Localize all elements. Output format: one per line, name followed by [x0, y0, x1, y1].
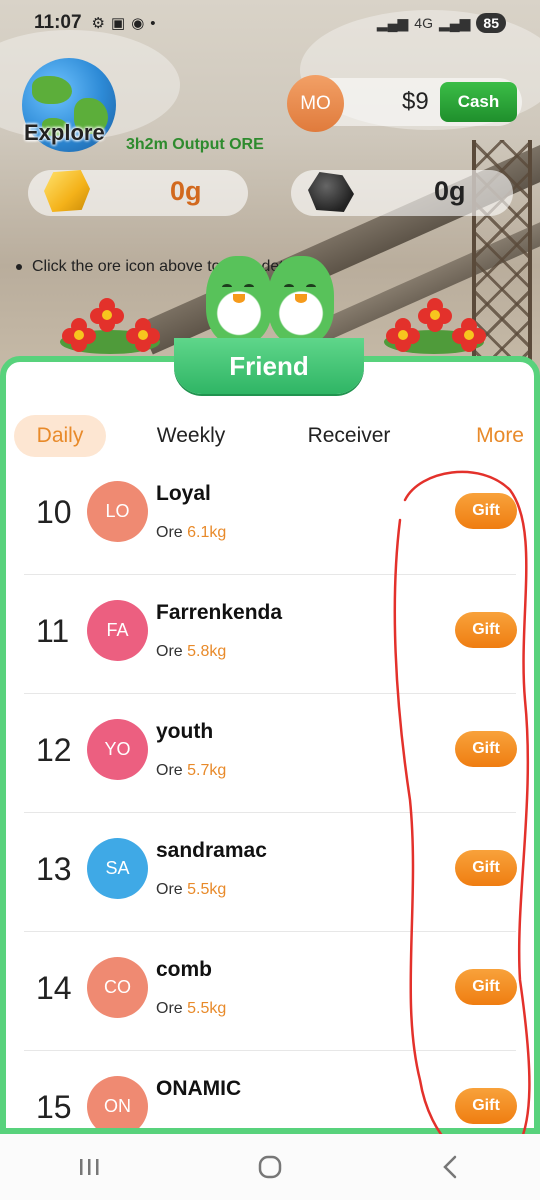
ore-label: Ore [156, 643, 183, 660]
ore-label: Ore [156, 762, 183, 779]
ore-value: 5.5kg [187, 881, 227, 898]
bird-mascot-icon [268, 256, 334, 344]
gift-button[interactable]: Gift [455, 1088, 517, 1124]
tab-more[interactable]: More [422, 415, 526, 457]
avatar: SA [87, 838, 148, 899]
balance-value: $9 [402, 88, 429, 115]
ore-label: Ore [156, 1000, 183, 1017]
screenshot-status-icon: ▣ [111, 15, 126, 32]
flower-icon [418, 298, 452, 332]
rank-number: 11 [36, 613, 70, 649]
avatar: FA [87, 600, 148, 661]
friend-ranking-list[interactable]: 10 LO Loyal Ore 6.1kg Gift 11 FA Farrenk… [6, 456, 534, 1128]
friend-name: sandramac [156, 839, 267, 862]
avatar: YO [87, 719, 148, 780]
ore-value: 6.1kg [187, 524, 227, 541]
ore-amount: Ore 5.8kg [156, 643, 226, 661]
bullet-icon [16, 263, 22, 270]
friend-name: youth [156, 720, 214, 743]
home-icon[interactable] [240, 1147, 300, 1187]
ore-value: 5.7kg [187, 762, 227, 779]
list-item[interactable]: 15 ON ONAMIC Gift [6, 1051, 534, 1128]
ore-value: 5.8kg [187, 643, 227, 660]
ranking-tabs: Daily Weekly Receiver More [14, 414, 526, 458]
bird-mascot-icon [206, 256, 272, 344]
cell-signal-icon: ▂▄▆ [438, 14, 471, 31]
gold-ore-amount: 0g [170, 176, 202, 206]
ore-amount: Ore 6.1kg [156, 524, 226, 542]
hint-text: Click the ore icon above to view details… [16, 258, 312, 276]
flower-icon [126, 318, 160, 352]
list-item[interactable]: 12 YO youth Ore 5.7kg Gift [6, 694, 534, 813]
flower-icon [452, 318, 486, 352]
output-timer: 3h2m Output ORE [126, 136, 264, 153]
user-avatar[interactable]: MO [287, 75, 344, 132]
gift-button[interactable]: Gift [455, 969, 517, 1005]
avatar: CO [87, 957, 148, 1018]
network-type: 4G [414, 15, 433, 31]
list-item[interactable]: 11 FA Farrenkenda Ore 5.8kg Gift [6, 575, 534, 694]
rank-number: 13 [36, 851, 72, 887]
rank-number: 15 [36, 1089, 72, 1125]
tab-weekly[interactable]: Weekly [106, 415, 276, 457]
dot-status-icon: • [150, 14, 156, 32]
avatar: ON [87, 1076, 148, 1128]
gift-button[interactable]: Gift [455, 493, 517, 529]
friend-name: Farrenkenda [156, 601, 283, 624]
rank-number: 14 [36, 970, 72, 1006]
list-item[interactable]: 13 SA sandramac Ore 5.5kg Gift [6, 813, 534, 932]
flower-icon [90, 298, 124, 332]
friend-name: Loyal [156, 482, 211, 505]
ore-value: 5.5kg [187, 1000, 227, 1017]
system-nav-bar [0, 1134, 540, 1200]
status-bar: 11:07 ⚙ ▣ ◉ • ▂▄▆ 4G ▂▄▆ 85 [0, 0, 540, 46]
back-icon[interactable] [420, 1147, 480, 1187]
wifi-signal-icon: ▂▄▆ [376, 14, 409, 31]
ore-label: Ore [156, 881, 183, 898]
gift-button[interactable]: Gift [455, 731, 517, 767]
rank-number: 10 [36, 494, 72, 530]
tab-daily[interactable]: Daily [14, 415, 106, 457]
hint-label: Click the ore icon above to view details… [32, 258, 313, 275]
ore-amount: Ore 5.5kg [156, 881, 226, 899]
ore-label: Ore [156, 524, 183, 541]
ore-amount: Ore 5.5kg [156, 1000, 226, 1018]
flower-icon [386, 318, 420, 352]
friend-panel-title: Friend [174, 338, 364, 394]
gift-button[interactable]: Gift [455, 850, 517, 886]
list-item[interactable]: 14 CO comb Ore 5.5kg Gift [6, 932, 534, 1051]
friend-name: comb [156, 958, 213, 981]
status-time: 11:07 [34, 12, 82, 33]
ore-amount: Ore 5.7kg [156, 762, 226, 780]
coal-ore-amount: 0g [434, 176, 466, 206]
gift-button[interactable]: Gift [455, 612, 517, 648]
explore-label[interactable]: Explore [24, 120, 105, 146]
tab-receiver[interactable]: Receiver [276, 415, 422, 457]
rank-number: 12 [36, 732, 72, 768]
cash-button[interactable]: Cash [440, 82, 517, 122]
avatar: LO [87, 481, 148, 542]
battery-badge: 85 [476, 13, 506, 33]
recent-apps-icon[interactable] [60, 1147, 120, 1187]
app-status-icon: ◉ [131, 15, 145, 32]
list-item[interactable]: 10 LO Loyal Ore 6.1kg Gift [6, 456, 534, 575]
friend-name: ONAMIC [156, 1077, 242, 1100]
settings-status-icon: ⚙ [91, 15, 105, 32]
